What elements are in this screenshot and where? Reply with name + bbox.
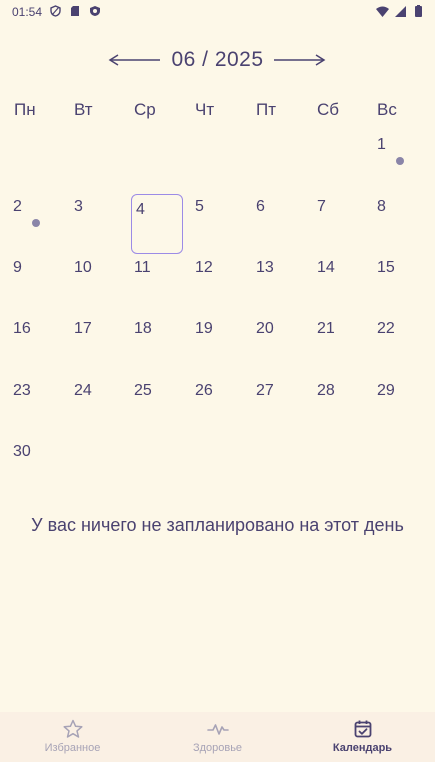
day-cell[interactable]: 30 bbox=[10, 441, 62, 501]
day-cell[interactable]: 14 bbox=[314, 257, 366, 317]
day-cell[interactable]: 23 bbox=[10, 380, 62, 440]
day-cell[interactable]: 22 bbox=[374, 318, 426, 378]
calendar-check-icon bbox=[352, 718, 374, 740]
day-number: 23 bbox=[13, 382, 31, 399]
day-cell[interactable]: 2 bbox=[10, 196, 62, 256]
event-indicator-dot bbox=[396, 157, 404, 165]
day-cell[interactable]: 6 bbox=[253, 196, 305, 256]
day-number: 12 bbox=[195, 259, 213, 276]
day-cell[interactable]: 20 bbox=[253, 318, 305, 378]
pulse-icon bbox=[206, 718, 229, 740]
day-cell[interactable]: 5 bbox=[192, 196, 244, 256]
no-events-message: У вас ничего не запланировано на этот де… bbox=[31, 515, 404, 535]
bottom-navigation: Избранное Здоровье Календарь bbox=[0, 712, 435, 762]
day-number: 7 bbox=[317, 198, 326, 215]
day-number: 4 bbox=[136, 201, 145, 218]
nav-label-calendar: Календарь bbox=[332, 742, 393, 754]
day-number: 6 bbox=[256, 198, 265, 215]
day-number: 18 bbox=[134, 320, 152, 337]
day-number: 14 bbox=[317, 259, 335, 276]
day-cell-selected[interactable]: 4 bbox=[131, 194, 183, 254]
day-number: 20 bbox=[256, 320, 274, 337]
nav-label-health: Здоровье bbox=[192, 742, 243, 754]
nav-label-favorites: Избранное bbox=[44, 742, 101, 754]
day-cell[interactable]: 13 bbox=[253, 257, 305, 317]
day-number: 30 bbox=[13, 443, 31, 460]
day-cell[interactable]: 11 bbox=[131, 257, 183, 317]
day-number: 2 bbox=[13, 198, 22, 215]
day-cell[interactable]: 16 bbox=[10, 318, 62, 378]
day-number: 9 bbox=[13, 259, 22, 276]
day-number: 11 bbox=[134, 259, 151, 276]
day-cell[interactable]: 29 bbox=[374, 380, 426, 440]
day-number: 1 bbox=[377, 136, 386, 153]
day-cell[interactable]: 17 bbox=[71, 318, 123, 378]
day-cell[interactable]: 25 bbox=[131, 380, 183, 440]
day-cell[interactable]: 8 bbox=[374, 196, 426, 256]
day-number: 19 bbox=[195, 320, 213, 337]
day-number: 3 bbox=[74, 198, 83, 215]
day-cell[interactable]: 21 bbox=[314, 318, 366, 378]
day-cell[interactable]: 18 bbox=[131, 318, 183, 378]
day-number: 5 bbox=[195, 198, 204, 215]
day-cell[interactable]: 28 bbox=[314, 380, 366, 440]
nav-item-favorites[interactable]: Избранное bbox=[0, 712, 145, 762]
day-number: 26 bbox=[195, 382, 213, 399]
day-number: 21 bbox=[317, 320, 335, 337]
day-number: 28 bbox=[317, 382, 335, 399]
day-number: 13 bbox=[256, 259, 274, 276]
day-number: 22 bbox=[377, 320, 395, 337]
star-icon bbox=[62, 718, 84, 740]
day-cell[interactable]: 26 bbox=[192, 380, 244, 440]
nav-item-health[interactable]: Здоровье bbox=[145, 712, 290, 762]
day-number: 27 bbox=[256, 382, 274, 399]
day-number: 24 bbox=[74, 382, 92, 399]
day-cell[interactable]: 9 bbox=[10, 257, 62, 317]
day-cell[interactable]: 15 bbox=[374, 257, 426, 317]
nav-item-calendar[interactable]: Календарь bbox=[290, 712, 435, 762]
day-cell[interactable]: 3 bbox=[71, 196, 123, 256]
calendar-day-grid: 1 2 3 4 5 6 7 8 9 10 11 12 13 14 15 16 1… bbox=[0, 0, 435, 480]
day-cell[interactable]: 7 bbox=[314, 196, 366, 256]
day-cell[interactable]: 27 bbox=[253, 380, 305, 440]
day-number: 10 bbox=[74, 259, 92, 276]
day-number: 15 bbox=[377, 259, 395, 276]
day-number: 17 bbox=[74, 320, 92, 337]
day-number: 8 bbox=[377, 198, 386, 215]
day-cell[interactable]: 10 bbox=[71, 257, 123, 317]
day-cell[interactable]: 19 bbox=[192, 318, 244, 378]
day-number: 16 bbox=[13, 320, 31, 337]
day-number: 29 bbox=[377, 382, 395, 399]
day-cell[interactable]: 1 bbox=[374, 134, 426, 194]
day-cell[interactable]: 24 bbox=[71, 380, 123, 440]
day-cell[interactable]: 12 bbox=[192, 257, 244, 317]
event-indicator-dot bbox=[32, 219, 40, 227]
day-number: 25 bbox=[134, 382, 152, 399]
